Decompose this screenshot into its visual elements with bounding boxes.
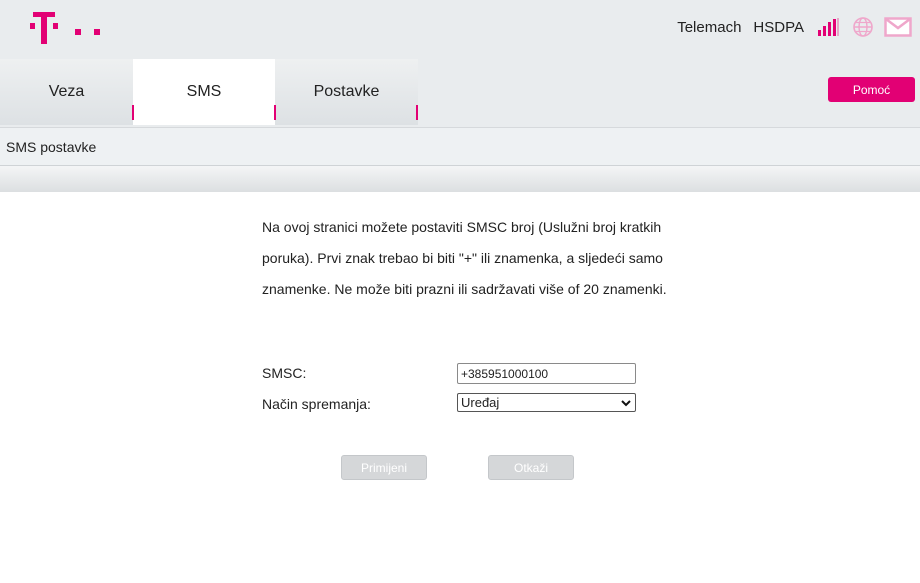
storage-mode-select[interactable]: Uređaj <box>457 393 636 412</box>
tab-postavke[interactable]: Postavke <box>275 59 418 125</box>
carrier-name: Telemach <box>677 18 742 36</box>
telekom-logo <box>30 12 100 44</box>
globe-icon[interactable] <box>852 16 874 38</box>
section-divider <box>0 166 920 192</box>
page-description: Na ovoj stranici možete postaviti SMSC b… <box>262 219 667 297</box>
smsc-label: SMSC: <box>262 365 307 381</box>
network-type: HSDPA <box>753 18 804 36</box>
top-bar: Telemach HSDPA <box>0 0 920 55</box>
help-button[interactable]: Pomoć <box>828 77 915 102</box>
nav-bar: Veza SMS Postavke Pomoć <box>0 55 920 127</box>
apply-button[interactable]: Primijeni <box>341 455 427 480</box>
cancel-button[interactable]: Otkaži <box>488 455 574 480</box>
signal-strength-icon <box>818 18 839 36</box>
mail-icon[interactable] <box>884 17 912 37</box>
tab-veza[interactable]: Veza <box>0 59 133 125</box>
section-title: SMS postavke <box>0 127 920 166</box>
tab-sms[interactable]: SMS <box>133 59 275 125</box>
storage-mode-value: Uređaj <box>461 395 500 410</box>
storage-mode-label: Način spremanja: <box>262 396 371 412</box>
tab-divider <box>132 105 134 120</box>
status-area: Telemach HSDPA <box>677 16 912 38</box>
tab-divider <box>274 105 276 120</box>
chevron-down-icon <box>621 399 631 406</box>
smsc-input[interactable] <box>457 363 636 384</box>
tab-divider <box>416 105 418 120</box>
